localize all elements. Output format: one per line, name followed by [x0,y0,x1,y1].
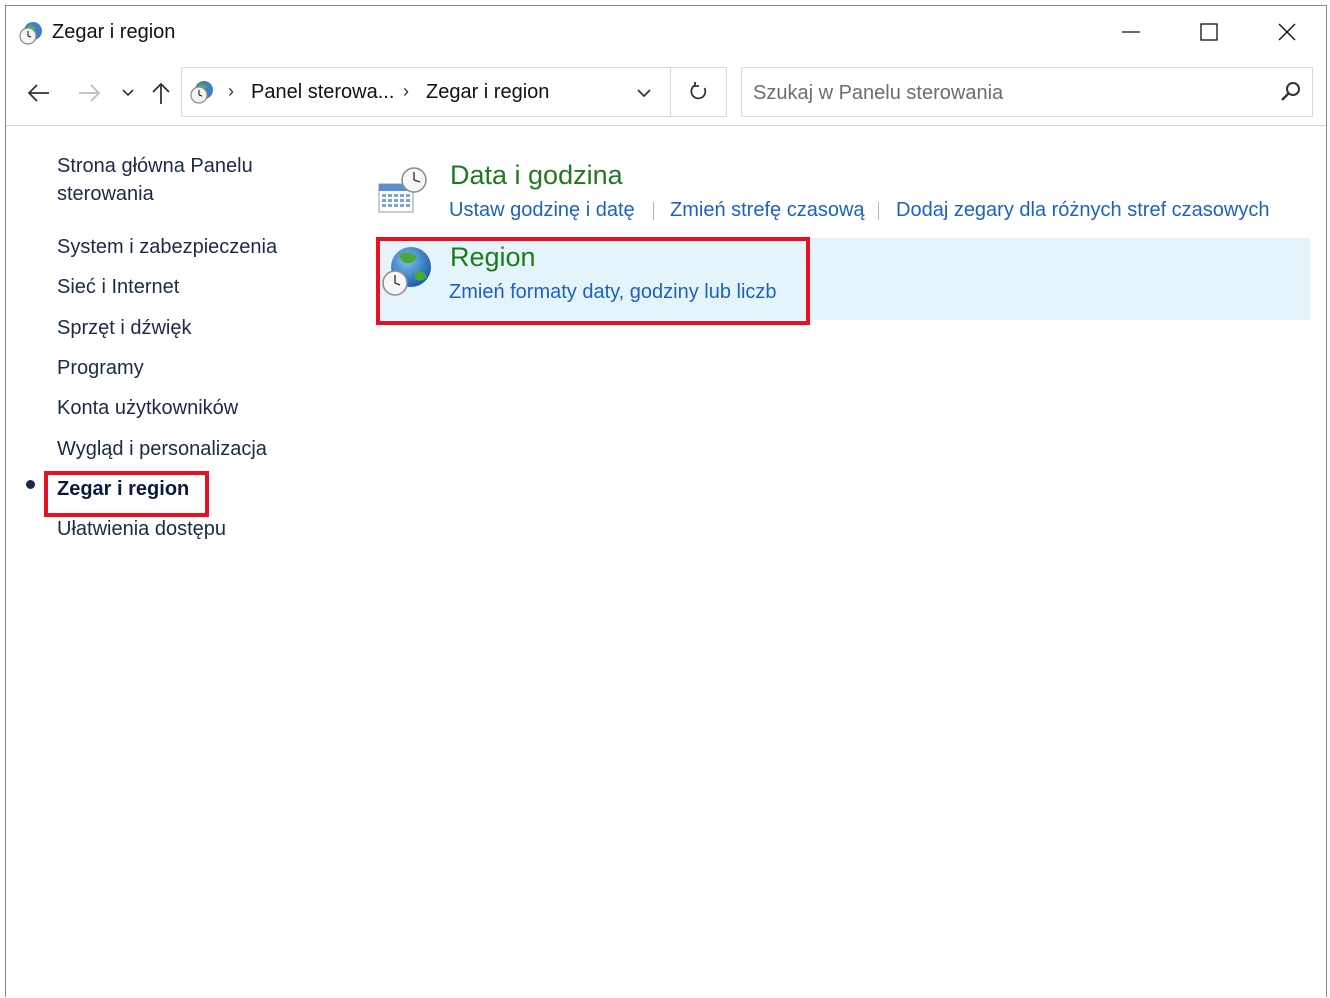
up-button[interactable] [144,72,178,114]
highlight-box-sidebar [44,471,209,517]
task-add-clocks[interactable]: Dodaj zegary dla różnych stref czasowych [896,199,1270,222]
back-button[interactable] [22,72,56,114]
arrow-up-icon [152,82,170,104]
sidebar-item-user-accounts[interactable]: Konta użytkowników [57,394,238,422]
address-history-button[interactable] [625,77,663,109]
control-panel-icon [190,81,213,104]
highlight-box-region [376,237,810,325]
calendar-clock-icon[interactable] [376,164,428,216]
sidebar-item-programs[interactable]: Programy [57,354,144,382]
category-title-date-time[interactable]: Data i godzina [450,160,623,191]
sidebar-item-network-internet[interactable]: Sieć i Internet [57,273,179,301]
sidebar-item-ease-of-access[interactable]: Ułatwienia dostępu [57,515,226,543]
arrow-left-icon [27,84,49,102]
breadcrumb-clock-region[interactable]: Zegar i region [426,81,549,104]
window-title: Zegar i region [52,21,176,43]
search-icon[interactable] [1280,81,1302,103]
breadcrumb-control-panel[interactable]: Panel sterowa... [251,81,394,104]
search-box[interactable] [741,67,1313,118]
maximize-icon [1200,23,1218,41]
arrow-right-icon [79,84,101,102]
maximize-button[interactable] [1170,6,1248,58]
task-separator [878,202,879,220]
navigation-bar: › Panel sterowa... › Zegar i region [6,62,1326,124]
sidebar-item-system-security[interactable]: System i zabezpieczenia [57,233,277,261]
chevron-down-icon [637,88,651,97]
title-bar: Zegar i region [6,6,1326,60]
toolbar-divider [6,125,1326,126]
close-icon [1278,23,1296,41]
chevron-down-icon [122,89,134,97]
minimize-icon [1122,31,1140,33]
current-item-bullet [26,480,35,489]
forward-button[interactable] [72,72,106,114]
minimize-button[interactable] [1092,6,1170,58]
search-input[interactable] [742,68,1275,118]
address-bar[interactable]: › Panel sterowa... › Zegar i region [181,67,671,117]
refresh-button[interactable] [671,67,727,117]
task-set-time-date[interactable]: Ustaw godzinę i datę [449,199,635,222]
chevron-right-icon[interactable]: › [403,81,409,102]
close-button[interactable] [1248,6,1326,58]
clock-globe-app-icon [19,22,42,45]
control-panel-window: Zegar i region › Panel sterowa... › Zega… [5,5,1327,997]
chevron-right-icon: › [228,81,234,101]
recent-locations-button[interactable] [114,72,142,114]
refresh-icon [690,82,706,100]
task-change-time-zone[interactable]: Zmień strefę czasową [670,199,865,222]
sidebar-item-appearance[interactable]: Wygląd i personalizacja [57,435,267,463]
task-separator [653,202,654,220]
sidebar-item-hardware-sound[interactable]: Sprzęt i dźwięk [57,314,192,342]
sidebar-home-link[interactable]: Strona główna Panelu sterowania [57,152,287,208]
